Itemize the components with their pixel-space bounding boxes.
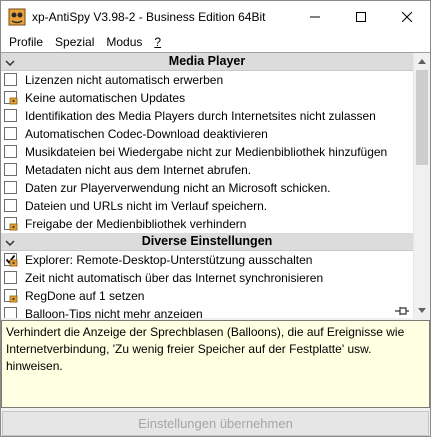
group-header[interactable]: Media Player	[1, 53, 413, 71]
menu-help[interactable]: ?	[148, 32, 167, 52]
option-row[interactable]: Zeit nicht automatisch über das Internet…	[1, 269, 413, 287]
close-button[interactable]	[384, 1, 430, 32]
option-label: Musikdateien bei Wiedergabe nicht zur Me…	[25, 145, 388, 159]
group-title: Diverse Einstellungen	[141, 234, 273, 248]
minimize-button[interactable]	[292, 1, 338, 32]
checkbox[interactable]	[4, 91, 18, 105]
option-row[interactable]: Dateien und URLs nicht im Verlauf speich…	[1, 197, 413, 215]
option-label: Lizenzen nicht automatisch erwerben	[25, 73, 224, 87]
option-label: Freigabe der Medienbibliothek verhindern	[25, 217, 247, 231]
option-row[interactable]: Musikdateien bei Wiedergabe nicht zur Me…	[1, 143, 413, 161]
chevron-down-icon[interactable]	[5, 236, 15, 247]
checkbox[interactable]	[4, 127, 18, 141]
option-label: Dateien und URLs nicht im Verlauf speich…	[25, 199, 268, 213]
checkbox[interactable]	[4, 73, 18, 87]
option-label: Daten zur Playerverwendung nicht an Micr…	[25, 181, 331, 195]
option-row[interactable]: Freigabe der Medienbibliothek verhindern	[1, 215, 413, 233]
checkbox-checked[interactable]	[4, 253, 18, 267]
pin-icon[interactable]	[394, 305, 410, 317]
checkbox[interactable]	[4, 217, 18, 231]
checkbox[interactable]	[4, 181, 18, 195]
option-label: Explorer: Remote-Desktop-Unterstützung a…	[25, 253, 313, 267]
chevron-down-icon[interactable]	[5, 56, 15, 67]
option-row[interactable]: Balloon-Tips nicht mehr anzeigen	[1, 305, 413, 318]
scroll-thumb[interactable]	[416, 70, 428, 165]
option-label: Automatischen Codec-Download deaktiviere…	[25, 127, 268, 141]
option-label: Balloon-Tips nicht mehr anzeigen	[25, 307, 203, 318]
checkbox[interactable]	[4, 199, 18, 213]
option-label: RegDone auf 1 setzen	[25, 289, 145, 303]
maximize-button[interactable]	[338, 1, 384, 32]
option-row[interactable]: Identifikation des Media Players durch I…	[1, 107, 413, 125]
option-row[interactable]: Automatischen Codec-Download deaktiviere…	[1, 125, 413, 143]
option-label: Metadaten nicht aus dem Internet abrufen…	[25, 163, 252, 177]
menu-modus[interactable]: Modus	[100, 32, 148, 52]
option-label: Identifikation des Media Players durch I…	[25, 109, 376, 123]
menu-bar: Profile Spezial Modus ?	[1, 32, 430, 52]
menu-spezial[interactable]: Spezial	[49, 32, 100, 52]
option-row[interactable]: Lizenzen nicht automatisch erwerben	[1, 71, 413, 89]
checkbox[interactable]	[4, 289, 18, 303]
option-label: Zeit nicht automatisch über das Internet…	[25, 271, 324, 285]
minimize-icon	[310, 16, 320, 17]
maximize-icon	[356, 11, 366, 22]
close-icon	[402, 11, 412, 22]
app-icon	[8, 8, 26, 25]
description-box: Verhindert die Anzeige der Sprechblasen …	[1, 320, 430, 408]
menu-profile[interactable]: Profile	[3, 32, 49, 52]
checkbox[interactable]	[4, 145, 18, 159]
window-title: xp-AntiSpy V3.98-2 - Business Edition 64…	[32, 9, 266, 24]
checkbox[interactable]	[4, 271, 18, 285]
checkbox[interactable]	[4, 163, 18, 177]
apply-settings-button[interactable]: Einstellungen übernehmen	[2, 411, 429, 436]
settings-rows: Media Player Lizenzen nicht automatisch e…	[1, 53, 413, 318]
checkbox[interactable]	[4, 109, 18, 123]
scroll-up-icon	[418, 59, 426, 64]
scroll-down-button[interactable]	[414, 302, 430, 318]
scroll-up-button[interactable]	[414, 53, 430, 70]
option-label: Keine automatischen Updates	[25, 91, 186, 105]
group-title: Media Player	[168, 54, 246, 68]
option-row[interactable]: Daten zur Playerverwendung nicht an Micr…	[1, 179, 413, 197]
option-row[interactable]: Metadaten nicht aus dem Internet abrufen…	[1, 161, 413, 179]
app-window: xp-AntiSpy V3.98-2 - Business Edition 64…	[0, 0, 431, 437]
group-header[interactable]: Diverse Einstellungen	[1, 233, 413, 251]
scroll-down-icon	[418, 308, 426, 313]
title-bar[interactable]: xp-AntiSpy V3.98-2 - Business Edition 64…	[1, 1, 430, 32]
option-row[interactable]: Explorer: Remote-Desktop-Unterstützung a…	[1, 251, 413, 269]
checkbox[interactable]	[4, 307, 18, 318]
option-row[interactable]: RegDone auf 1 setzen	[1, 287, 413, 305]
vertical-scrollbar[interactable]	[413, 53, 430, 318]
settings-list[interactable]: Media Player Lizenzen nicht automatisch e…	[1, 52, 430, 318]
option-row[interactable]: Keine automatischen Updates	[1, 89, 413, 107]
window-controls	[292, 1, 430, 32]
